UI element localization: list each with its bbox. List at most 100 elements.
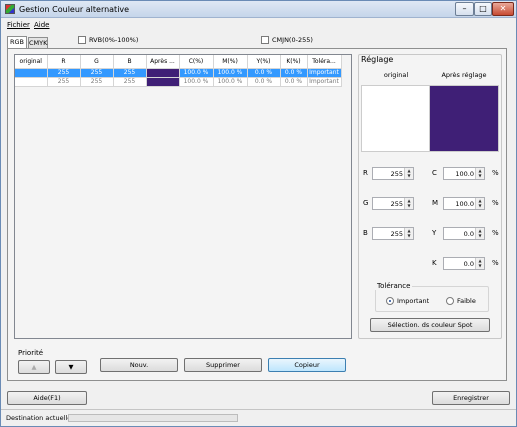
cell-c: 100.0 % [179,68,214,78]
color-table: original R G B Après ... C(%) M(%) Y(%) … [15,55,342,87]
b-spinbox[interactable]: 255 ▲ ▼ [372,227,414,240]
r-spinbox[interactable]: 255 ▲ ▼ [372,167,414,180]
col-apres[interactable]: Après ... [146,55,180,69]
color-table-container: original R G B Après ... C(%) M(%) Y(%) … [14,54,352,339]
progress-bar [68,414,238,422]
supprimer-button[interactable]: Supprimer [184,358,262,372]
m-label: M [432,199,439,207]
reglage-group: Réglage original Après réglage R 255 ▲ ▼ … [358,54,502,339]
original-color-preview [361,85,431,152]
g-label: G [363,199,369,207]
copieur-button[interactable]: Copieur [268,358,346,372]
maximize-button[interactable]: □ [474,2,492,16]
m-value: 100.0 [455,200,474,208]
spin-arrows-icon[interactable]: ▲ ▼ [475,258,484,269]
cell-b: 255 [113,77,147,87]
priorite-label: Priorité [18,349,44,357]
y-value: 0.0 [463,230,474,238]
cell-g: 255 [80,77,114,87]
cell-r: 255 [47,77,81,87]
cmjn-box[interactable] [261,36,269,44]
radio-faible[interactable] [446,297,454,305]
original-preview-label: original [383,71,409,79]
k-value: 0.0 [463,260,474,268]
b-value: 255 [390,230,403,238]
spin-arrows-icon[interactable]: ▲ ▼ [475,198,484,209]
y-label: Y [432,229,437,237]
minimize-button[interactable]: – [455,2,474,16]
priority-up-button[interactable]: ▲ [18,360,50,374]
table-row[interactable]: 255 255 255 100.0 % 100.0 % 0.0 % 0.0 % … [15,77,342,87]
priority-down-button[interactable]: ▼ [55,360,87,374]
cell-tolerance: Important [307,77,342,87]
col-y[interactable]: Y(%) [247,55,281,69]
cell-k: 0.0 % [280,68,308,78]
tab-cmyk[interactable]: CMYK [28,37,48,48]
y-spinbox[interactable]: 0.0 ▲ ▼ [443,227,485,240]
col-original[interactable]: original [15,55,48,69]
cell-c: 100.0 % [179,77,214,87]
k-percent: % [492,259,499,267]
c-label: C [432,169,437,177]
col-k[interactable]: K(%) [280,55,308,69]
radio-important[interactable] [386,297,394,305]
cell-y: 0.0 % [247,77,281,87]
col-r[interactable]: R [47,55,81,69]
menu-bar: Fichier Aide [1,19,516,31]
m-spinbox[interactable]: 100.0 ▲ ▼ [443,197,485,210]
spot-color-button[interactable]: Sélection. ds couleur Spot [370,318,490,332]
close-button[interactable]: ✕ [492,2,514,16]
m-percent: % [492,199,499,207]
spin-arrows-icon[interactable]: ▲ ▼ [475,228,484,239]
k-label: K [432,259,437,267]
radio-important-label[interactable]: Important [397,297,429,305]
cell-b: 255 [113,68,147,78]
c-spinbox[interactable]: 100.0 ▲ ▼ [443,167,485,180]
y-percent: % [492,229,499,237]
k-spinbox[interactable]: 0.0 ▲ ▼ [443,257,485,270]
col-b[interactable]: B [113,55,147,69]
window-title: Gestion Couleur alternative [19,5,130,14]
spin-arrows-icon[interactable]: ▲ ▼ [475,168,484,179]
spin-arrows-icon[interactable]: ▲ ▼ [404,228,413,239]
nouv-button[interactable]: Nouv. [100,358,178,372]
table-row[interactable]: 255 255 255 100.0 % 100.0 % 0.0 % 0.0 % … [15,68,342,78]
cell-original [15,68,48,78]
aide-button[interactable]: Aide(F1) [7,391,87,405]
cell-original [15,77,48,87]
spin-arrows-icon[interactable]: ▲ ▼ [404,168,413,179]
rvb-percent-label: RVB(0%-100%) [89,36,139,44]
rgb-tab-panel: original R G B Après ... C(%) M(%) Y(%) … [7,48,507,381]
rvb-percent-box[interactable] [78,36,86,44]
cmjn-label: CMJN(0-255) [272,36,313,44]
col-c[interactable]: C(%) [179,55,214,69]
col-tolerance[interactable]: Toléra... [307,55,342,69]
menu-fichier[interactable]: Fichier [7,21,30,29]
status-bar: Destination actuelle [1,409,516,426]
col-m[interactable]: M(%) [213,55,248,69]
g-spinbox[interactable]: 255 ▲ ▼ [372,197,414,210]
cell-apres-swatch [146,68,180,78]
spin-arrows-icon[interactable]: ▲ ▼ [404,198,413,209]
tab-rgb[interactable]: RGB [7,36,27,48]
enregistrer-button[interactable]: Enregistrer [432,391,510,405]
radio-faible-label[interactable]: Faible [457,297,476,305]
cell-tolerance: Important [307,68,342,78]
r-label: R [363,169,368,177]
status-text: Destination actuelle [6,414,72,422]
reglage-title: Réglage [361,55,394,64]
title-bar: Gestion Couleur alternative – □ ✕ [1,1,516,18]
main-window: Gestion Couleur alternative – □ ✕ Fichie… [0,0,517,427]
cell-g: 255 [80,68,114,78]
tolerance-title: Tolérance [375,282,413,290]
col-g[interactable]: G [80,55,114,69]
table-header-row: original R G B Après ... C(%) M(%) Y(%) … [15,55,342,69]
cell-m: 100.0 % [213,68,248,78]
cell-y: 0.0 % [247,68,281,78]
r-value: 255 [390,170,403,178]
menu-aide[interactable]: Aide [34,21,49,29]
c-percent: % [492,169,499,177]
after-color-preview [429,85,499,152]
cell-k: 0.0 % [280,77,308,87]
cell-apres-swatch [146,77,180,87]
